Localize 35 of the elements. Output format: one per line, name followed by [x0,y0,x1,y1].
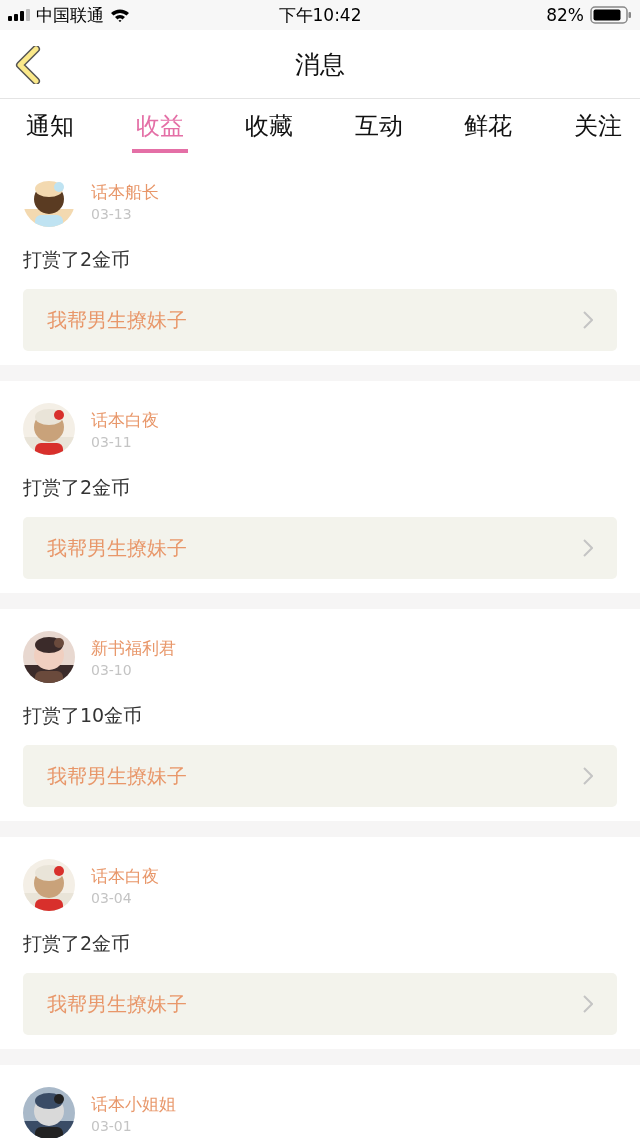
message-text: 打赏了2金币 [23,931,132,956]
carrier-name: 中国联通 [36,3,104,27]
tab[interactable]: 通知 [22,99,78,153]
message-date: 03-04 [91,889,133,906]
message-text: 打赏了2金币 [23,247,132,272]
chevron-icon [583,767,593,785]
message-date: 03-01 [91,1117,133,1134]
back-icon[interactable] [14,46,42,84]
user-name[interactable]: 话本白夜 [91,408,159,432]
chevron-icon [583,539,593,557]
user-name[interactable]: 话本白夜 [91,864,159,888]
book-link[interactable]: 我帮男生撩妹子 [23,517,617,579]
battery-icon [590,6,632,24]
tab[interactable]: 关注 [569,99,626,153]
signal-icon [8,9,30,21]
tab[interactable]: 鲜花 [460,99,517,153]
message-date: 03-13 [91,205,133,222]
user-name[interactable]: 新书福利君 [91,636,176,660]
chevron-icon [583,995,593,1013]
user-name[interactable]: 话本小姐姐 [91,1092,176,1116]
book-link[interactable]: 我帮男生撩妹子 [23,745,617,807]
tab[interactable]: 收藏 [241,99,298,153]
book-link[interactable]: 我帮男生撩妹子 [23,289,617,351]
battery-percent: 82% [546,5,584,25]
message-text: 打赏了2金币 [23,475,132,500]
status-time: 下午10:42 [278,3,362,27]
message-date: 03-11 [91,433,133,450]
message-date: 03-10 [91,661,133,678]
book-link[interactable]: 我帮男生撩妹子 [23,973,617,1035]
user-name[interactable]: 话本船长 [91,180,159,204]
wifi-icon [110,8,130,22]
chevron-icon [583,311,593,329]
message-text: 打赏了10金币 [23,703,144,728]
tab[interactable]: 互动 [350,99,407,153]
page-title: 消息 [295,48,345,81]
